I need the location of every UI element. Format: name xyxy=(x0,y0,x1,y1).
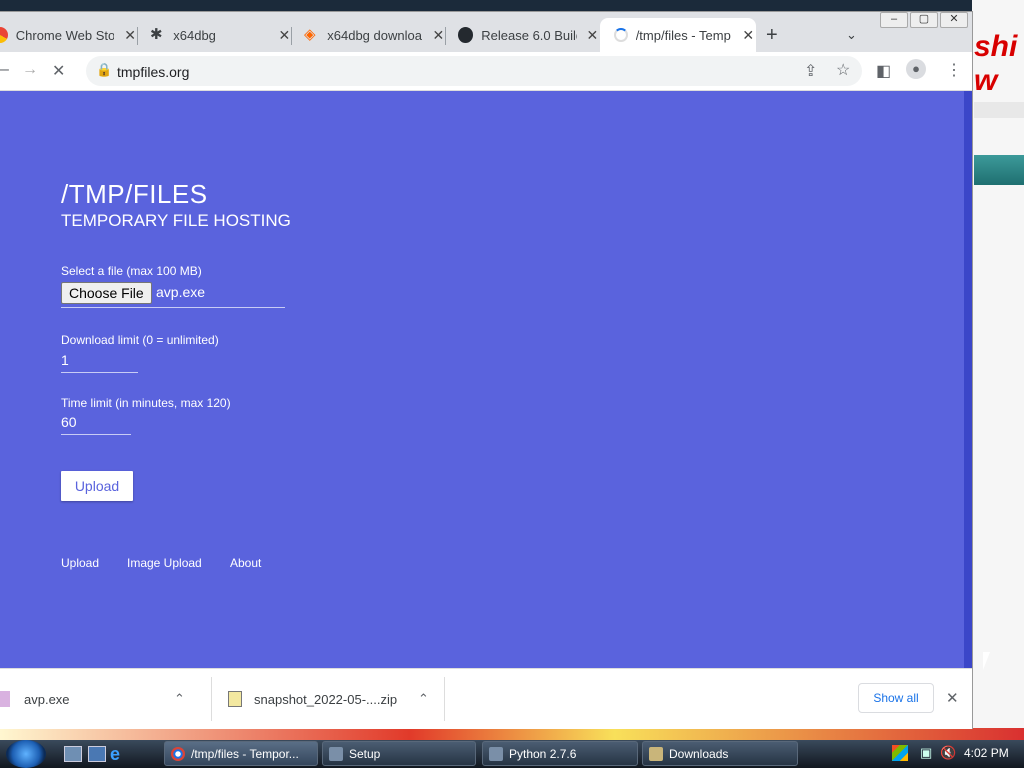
url-text[interactable]: tmpfiles.org xyxy=(117,64,189,80)
chrome-web-store-icon xyxy=(0,27,8,43)
side-panel-icon[interactable]: ◧ xyxy=(876,61,891,81)
background-window-header-bar xyxy=(974,155,1024,185)
menu-dots-icon[interactable]: ⋮ xyxy=(946,60,962,80)
background-window-controls[interactable] xyxy=(974,102,1024,118)
selected-file-name: avp.exe xyxy=(156,284,206,300)
taskbar-item-setup[interactable]: Setup xyxy=(322,741,476,766)
forward-arrow-icon[interactable]: → xyxy=(22,61,38,79)
windows-taskbar: e /tmp/files - Tempor... Setup Python 2.… xyxy=(0,740,1024,768)
background-window: shi w xyxy=(972,0,1024,740)
close-window-button[interactable]: ✕ xyxy=(940,12,968,28)
page-scrollbar[interactable] xyxy=(964,91,972,668)
close-shelf-icon[interactable]: ✕ xyxy=(946,689,959,707)
folder-icon xyxy=(649,746,663,761)
mouse-cursor-icon xyxy=(983,652,990,670)
file-label: Select a file (max 100 MB) xyxy=(61,264,202,278)
tab-title: Chrome Web Sto xyxy=(15,27,115,43)
chrome-icon xyxy=(171,746,185,761)
close-icon[interactable]: ✕ xyxy=(431,27,446,44)
python-setup-icon xyxy=(489,746,503,761)
close-icon[interactable]: ✕ xyxy=(122,27,138,44)
download-item[interactable]: snapshot_2022-05-....zip ⌃ xyxy=(228,669,442,729)
loading-icon xyxy=(614,28,628,42)
github-icon xyxy=(458,27,474,43)
tab-release-6-0-build[interactable]: Release 6.0 Build ✕ xyxy=(448,18,600,52)
maximize-button[interactable]: ▢ xyxy=(910,12,938,28)
bug-icon: ✱ xyxy=(150,26,163,43)
sourceforge-icon: ◈ xyxy=(304,26,316,43)
bookmark-star-icon[interactable]: ☆ xyxy=(836,60,850,80)
zip-file-icon xyxy=(228,691,242,707)
new-tab-button[interactable]: + xyxy=(766,18,786,52)
window-controls: – ▢ ✕ xyxy=(878,12,968,28)
browser-window: Chrome Web Sto ✕ ✱ x64dbg ✕ ◈ x64dbg dow… xyxy=(0,12,972,729)
download-limit-input[interactable]: 1 xyxy=(61,352,138,373)
footer-link-about[interactable]: About xyxy=(230,556,261,570)
back-arrow-icon[interactable]: – xyxy=(0,61,9,79)
footer-link-image-upload[interactable]: Image Upload xyxy=(127,556,202,570)
tray-windows-icon[interactable] xyxy=(892,745,908,761)
page-title: /TMP/FILES xyxy=(61,179,208,209)
setup-icon xyxy=(329,746,343,761)
close-icon[interactable]: ✕ xyxy=(741,27,756,44)
tab-x64dbg[interactable]: ✱ x64dbg ✕ xyxy=(140,18,292,52)
background-window-logo-text-2: w xyxy=(974,64,998,97)
chevron-up-icon[interactable]: ⌃ xyxy=(418,691,429,707)
taskbar-item-label: Python 2.7.6 xyxy=(509,746,577,761)
show-all-downloads-button[interactable]: Show all xyxy=(858,683,934,713)
taskbar-item-chrome[interactable]: /tmp/files - Tempor... xyxy=(164,741,318,766)
taskbar-item-downloads[interactable]: Downloads xyxy=(642,741,798,766)
chevron-up-icon[interactable]: ⌃ xyxy=(174,691,185,707)
tab-strip: Chrome Web Sto ✕ ✱ x64dbg ✕ ◈ x64dbg dow… xyxy=(0,12,972,52)
tab-tmpfiles[interactable]: /tmp/files - Temp ✕ xyxy=(600,18,756,52)
system-clock[interactable]: 4:02 PM xyxy=(964,746,1009,760)
taskbar-item-label: Downloads xyxy=(669,746,729,761)
download-limit-label: Download limit (0 = unlimited) xyxy=(61,333,219,347)
tab-search-button[interactable]: ⌄ xyxy=(846,18,862,52)
time-limit-input[interactable]: 60 xyxy=(61,414,131,435)
share-icon[interactable]: ⇪ xyxy=(804,61,817,81)
volume-muted-icon[interactable]: 🔇 xyxy=(940,745,956,761)
upload-button[interactable]: Upload xyxy=(61,471,133,501)
profile-avatar-icon[interactable]: ● xyxy=(906,59,926,79)
lock-icon[interactable]: 🔒 xyxy=(96,62,112,78)
taskbar-item-label: /tmp/files - Tempor... xyxy=(191,746,299,761)
tab-title: x64dbg downloa xyxy=(327,27,422,43)
chevron-down-icon: ⌄ xyxy=(846,27,857,42)
time-limit-label: Time limit (in minutes, max 120) xyxy=(61,396,231,410)
page-subtitle: TEMPORARY FILE HOSTING xyxy=(61,211,291,230)
download-shelf: avp.exe ⌃ snapshot_2022-05-....zip ⌃ Sho… xyxy=(0,668,972,729)
internet-explorer-icon[interactable]: e xyxy=(110,744,120,765)
taskbar-item-label: Setup xyxy=(349,746,381,761)
close-icon[interactable]: ✕ xyxy=(277,27,292,44)
background-window-logo-text: shi xyxy=(974,30,1018,63)
switch-windows-icon[interactable] xyxy=(88,746,106,762)
tab-title: x64dbg xyxy=(173,27,216,43)
minimize-button[interactable]: – xyxy=(880,12,908,28)
start-button[interactable] xyxy=(6,740,46,768)
show-desktop-icon[interactable] xyxy=(64,746,82,762)
tab-title: /tmp/files - Temp xyxy=(635,27,731,43)
exe-file-icon xyxy=(0,691,10,707)
taskbar-item-python[interactable]: Python 2.7.6 xyxy=(482,741,638,766)
tab-title: Release 6.0 Build xyxy=(481,27,577,43)
page-content: /TMP/FILES TEMPORARY FILE HOSTING Select… xyxy=(0,91,964,668)
address-bar[interactable]: 🔒 tmpfiles.org ⇪ ☆ xyxy=(86,56,862,86)
browser-toolbar: – → ✕ 🔒 tmpfiles.org ⇪ ☆ ◧ ● ⋮ xyxy=(0,52,972,91)
download-item[interactable]: avp.exe ⌃ xyxy=(0,669,210,729)
network-icon[interactable]: ▣ xyxy=(920,745,932,761)
plus-icon: + xyxy=(766,23,778,46)
footer-link-upload[interactable]: Upload xyxy=(61,556,99,570)
download-file-name: avp.exe xyxy=(24,691,70,707)
file-field-underline xyxy=(61,307,285,308)
desktop-wallpaper xyxy=(0,728,1024,740)
stop-loading-icon[interactable]: ✕ xyxy=(52,61,65,81)
tab-chrome-web-store[interactable]: Chrome Web Sto ✕ xyxy=(0,18,138,52)
download-file-name: snapshot_2022-05-....zip xyxy=(254,691,398,707)
choose-file-button[interactable]: Choose File xyxy=(61,282,152,304)
close-icon[interactable]: ✕ xyxy=(585,27,600,44)
tab-x64dbg-download[interactable]: ◈ x64dbg downloa ✕ xyxy=(294,18,446,52)
